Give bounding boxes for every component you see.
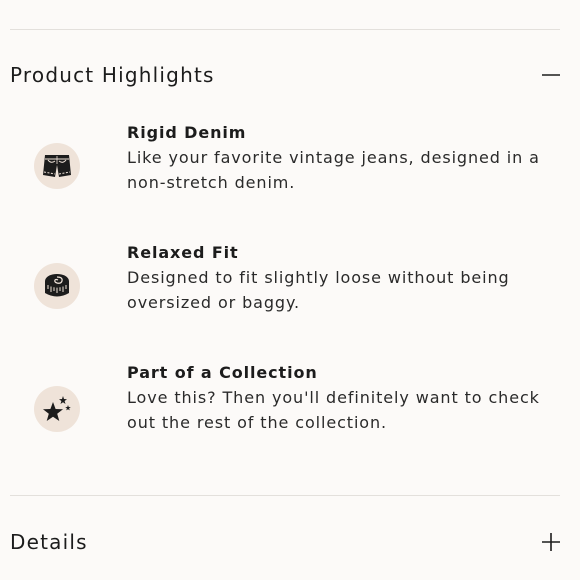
- product-highlights-title: Product Highlights: [10, 63, 215, 87]
- highlight-description: Designed to fit slightly loose without b…: [127, 268, 510, 312]
- highlight-title: Relaxed Fit: [127, 243, 239, 262]
- details-header[interactable]: Details: [10, 527, 562, 557]
- highlight-title: Rigid Denim: [127, 123, 247, 142]
- details-title: Details: [10, 530, 88, 554]
- highlight-item: Rigid Denim Like your favorite vintage j…: [0, 123, 580, 203]
- highlight-item: Relaxed Fit Designed to fit slightly loo…: [0, 243, 580, 323]
- section-divider: [10, 495, 560, 496]
- plus-icon[interactable]: [540, 531, 562, 553]
- top-divider: [10, 29, 560, 30]
- highlight-title: Part of a Collection: [127, 363, 318, 382]
- minus-icon[interactable]: [540, 64, 562, 86]
- highlight-description: Love this? Then you'll definitely want t…: [127, 388, 540, 432]
- shorts-icon: [34, 143, 80, 189]
- tape-measure-icon: [34, 263, 80, 309]
- product-highlights-header[interactable]: Product Highlights: [10, 60, 562, 90]
- highlight-description: Like your favorite vintage jeans, design…: [127, 148, 540, 192]
- highlight-item: Part of a Collection Love this? Then you…: [0, 363, 580, 443]
- stars-icon: [34, 386, 80, 432]
